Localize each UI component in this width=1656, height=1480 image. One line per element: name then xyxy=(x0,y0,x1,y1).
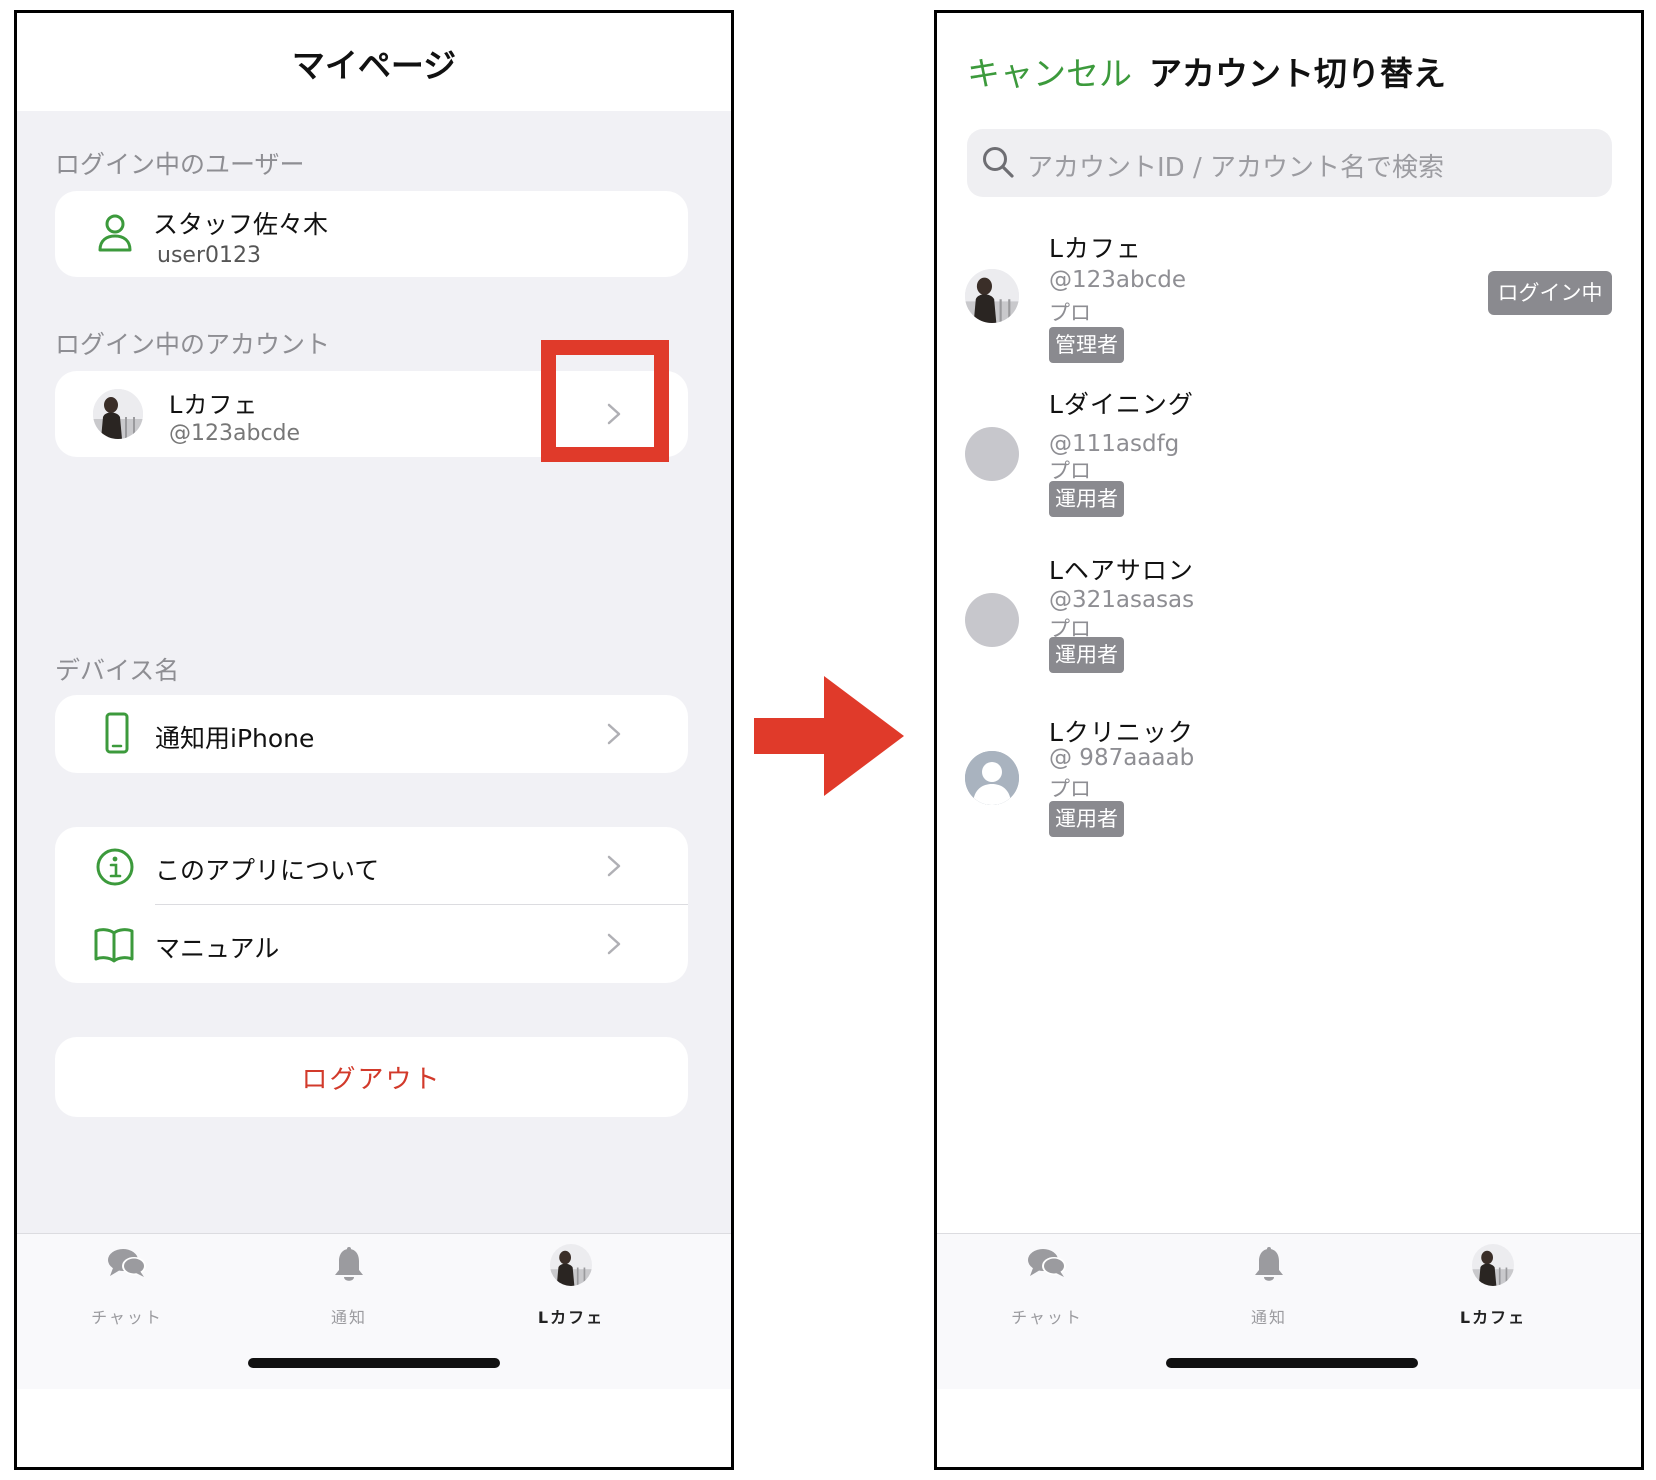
tab-chat-label: チャット xyxy=(91,1308,163,1327)
chat-bubbles-icon xyxy=(1027,1246,1067,1284)
tab-chat-label: チャット xyxy=(1011,1308,1083,1327)
account-avatar-icon xyxy=(550,1244,592,1286)
search-placeholder: アカウントID / アカウント名で検索 xyxy=(1027,153,1444,183)
tab-account[interactable]: Lカフェ xyxy=(501,1234,641,1344)
settings-list: ログイン中のユーザー スタッフ佐々木 user0123 ログイン中のアカウント … xyxy=(17,111,731,1317)
transition-arrow-icon xyxy=(754,676,904,800)
user-id: user0123 xyxy=(157,243,261,268)
default-user-avatar-icon xyxy=(965,751,1019,805)
tab-chat[interactable]: チャット xyxy=(977,1234,1117,1344)
home-indicator xyxy=(1166,1358,1418,1368)
tab-chat[interactable]: チャット xyxy=(57,1234,197,1344)
manual-item[interactable]: マニュアル xyxy=(55,905,688,983)
account-avatar xyxy=(965,269,1019,323)
bell-icon xyxy=(1252,1246,1286,1288)
device-name: 通知用iPhone xyxy=(155,724,315,753)
highlight-box xyxy=(541,340,669,462)
role-badge: 運用者 xyxy=(1049,481,1124,517)
phone-icon xyxy=(105,712,129,754)
account-name: Lカフェ xyxy=(1049,234,1142,263)
home-indicator xyxy=(248,1358,500,1368)
chevron-right-icon xyxy=(607,855,621,877)
account-avatar-icon xyxy=(1472,1244,1514,1286)
search-icon xyxy=(981,145,1015,183)
account-plan: プロ xyxy=(1049,777,1091,801)
search-input[interactable]: アカウントID / アカウント名で検索 xyxy=(967,129,1612,197)
account-name: Lクリニック xyxy=(1049,718,1194,747)
phone-screen-account-switch: キャンセル アカウント切り替え アカウントID / アカウント名で検索 Lカフェ… xyxy=(934,10,1644,1470)
logged-in-badge: ログイン中 xyxy=(1488,271,1612,315)
tab-account[interactable]: Lカフェ xyxy=(1423,1234,1563,1344)
account-row[interactable]: Lヘアサロン @321asasas プロ 運用者 xyxy=(937,541,1641,701)
account-id: @123abcde xyxy=(1049,267,1186,293)
account-name: Lカフェ xyxy=(169,391,259,419)
account-id: @ 987aaaab xyxy=(1049,745,1195,771)
cancel-button[interactable]: キャンセル xyxy=(967,47,1132,95)
chevron-right-icon xyxy=(607,933,621,955)
chat-bubbles-icon xyxy=(107,1246,147,1284)
page-title: マイページ xyxy=(291,46,457,85)
role-badge: 管理者 xyxy=(1049,327,1124,363)
account-plan: プロ xyxy=(1049,301,1091,325)
person-icon xyxy=(97,213,133,253)
section-label-account: ログイン中のアカウント xyxy=(55,330,331,359)
tab-notifications[interactable]: 通知 xyxy=(279,1234,419,1344)
header: マイページ xyxy=(17,13,731,111)
account-row[interactable]: Lダイニング @111asdfg プロ 運用者 xyxy=(937,375,1641,535)
account-row[interactable]: Lクリニック @ 987aaaab プロ 運用者 xyxy=(937,707,1641,867)
account-avatar-placeholder xyxy=(965,593,1019,647)
account-name: Lダイニング xyxy=(1049,390,1194,419)
account-avatar-placeholder xyxy=(965,427,1019,481)
tab-bar: チャット 通知 Lカフェ xyxy=(937,1233,1641,1389)
logout-label: ログアウト xyxy=(301,1065,442,1095)
account-avatar xyxy=(93,389,143,439)
book-icon xyxy=(93,927,135,963)
section-label-user: ログイン中のユーザー xyxy=(55,150,305,179)
user-card: スタッフ佐々木 user0123 xyxy=(55,191,688,277)
page-title: アカウント切り替え xyxy=(1149,54,1446,93)
role-badge: 運用者 xyxy=(1049,801,1124,837)
device-card[interactable]: 通知用iPhone xyxy=(55,695,688,773)
role-badge: 運用者 xyxy=(1049,637,1124,673)
user-name: スタッフ佐々木 xyxy=(153,210,329,239)
account-id: @321asasas xyxy=(1049,587,1195,613)
about-app-item[interactable]: このアプリについて xyxy=(55,827,688,905)
tab-notifications-label: 通知 xyxy=(330,1308,367,1327)
logout-button[interactable]: ログアウト xyxy=(55,1037,688,1117)
tab-bar: チャット 通知 Lカフェ xyxy=(17,1233,731,1389)
info-icon xyxy=(95,847,135,887)
tab-notifications-label: 通知 xyxy=(1250,1308,1287,1327)
section-label-device: デバイス名 xyxy=(55,656,180,685)
account-id: @123abcde xyxy=(169,421,301,446)
account-name: Lヘアサロン xyxy=(1049,556,1194,585)
tab-account-label: Lカフェ xyxy=(1459,1308,1527,1327)
phone-screen-my-page: マイページ ログイン中のユーザー スタッフ佐々木 user0123 ログイン中の… xyxy=(14,10,734,1470)
tab-notifications[interactable]: 通知 xyxy=(1199,1234,1339,1344)
account-id: @111asdfg xyxy=(1049,431,1180,457)
manual-label: マニュアル xyxy=(155,934,280,963)
tab-account-label: Lカフェ xyxy=(537,1308,605,1327)
about-app-label: このアプリについて xyxy=(155,856,380,885)
chevron-right-icon xyxy=(607,723,621,745)
bell-icon xyxy=(332,1246,366,1288)
info-card: このアプリについて マニュアル xyxy=(55,827,688,983)
